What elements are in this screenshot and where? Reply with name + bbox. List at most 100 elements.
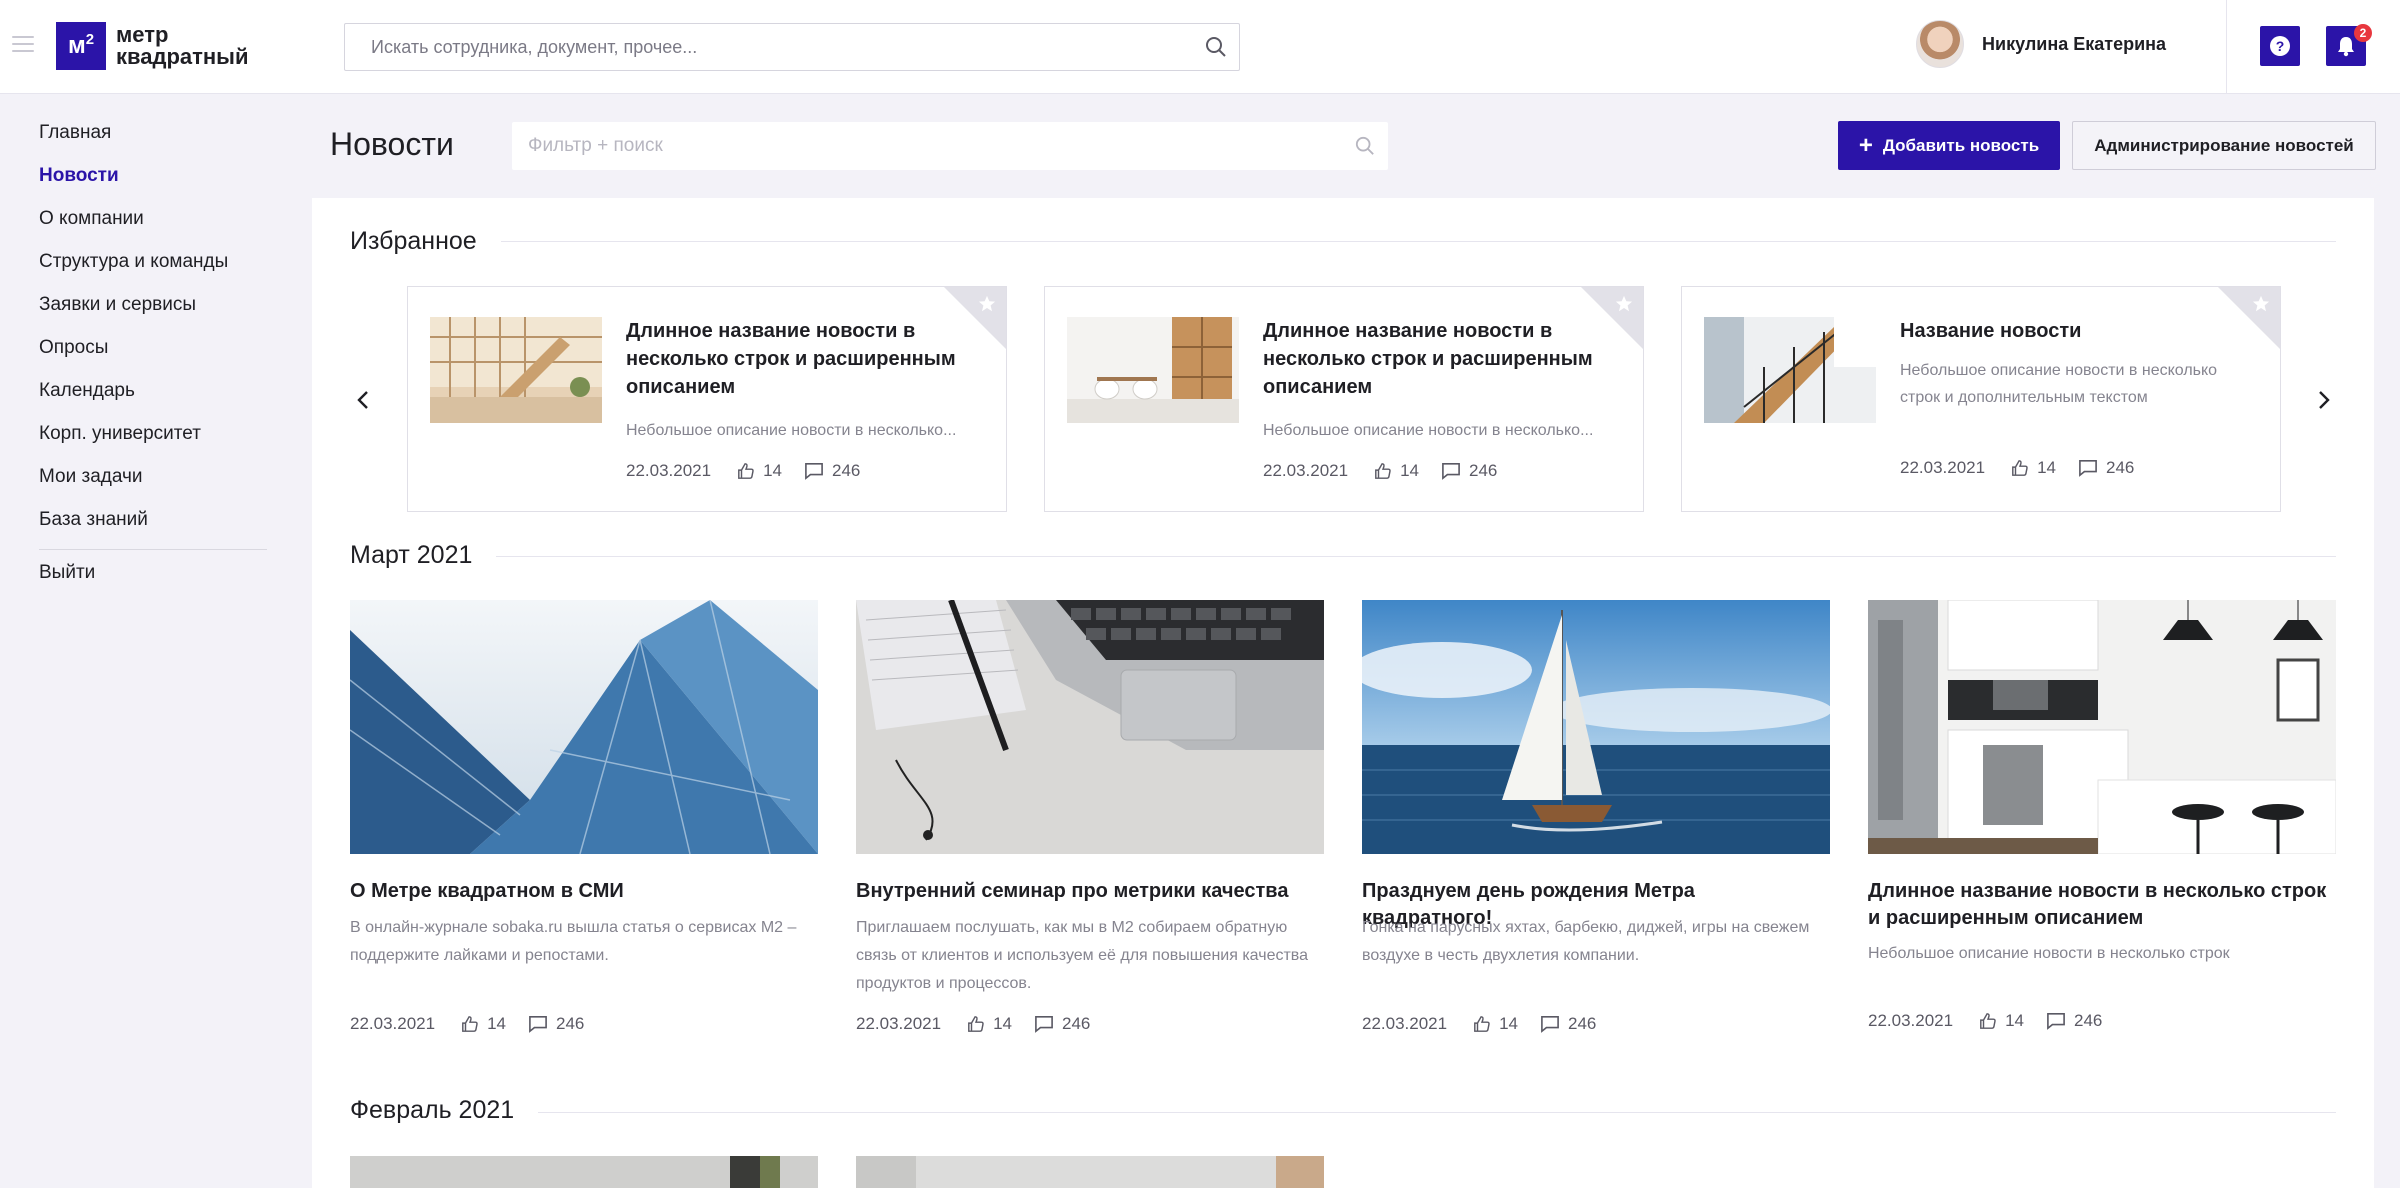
like-count: 14 bbox=[1499, 1014, 1519, 1033]
like-button[interactable]: 14 bbox=[1374, 461, 1419, 481]
sidebar-item-logout[interactable]: Выйти bbox=[39, 562, 95, 584]
comments-button[interactable]: 246 bbox=[804, 461, 860, 481]
comments-button[interactable]: 246 bbox=[1034, 1014, 1090, 1034]
thumbs-up-icon bbox=[1375, 463, 1391, 479]
news-image[interactable] bbox=[350, 1156, 818, 1188]
news-card[interactable]: Празднуем день рождения Метра квадратног… bbox=[1362, 600, 1830, 1033]
comments-button[interactable]: 246 bbox=[1540, 1014, 1596, 1034]
news-card-title[interactable]: О Метре квадратном в СМИ bbox=[350, 878, 818, 905]
sidebar-item-calendar[interactable]: Календарь bbox=[39, 380, 135, 402]
sidebar-item-news[interactable]: Новости bbox=[39, 165, 119, 187]
sidebar-item-home[interactable]: Главная bbox=[39, 122, 111, 144]
avatar[interactable] bbox=[1916, 20, 1964, 68]
featured-card[interactable]: Название новости Небольшое описание ново… bbox=[1681, 286, 2281, 512]
comment-icon bbox=[2079, 459, 2097, 477]
like-count: 14 bbox=[993, 1014, 1013, 1033]
news-card[interactable]: Внутренний семинар про метрики качества … bbox=[856, 600, 1324, 1033]
like-button[interactable]: 14 bbox=[1979, 1011, 2024, 1031]
logo-text: метр квадратный bbox=[116, 22, 249, 69]
news-date: 22.03.2021 bbox=[350, 1014, 436, 1033]
featured-card-title[interactable]: Длинное название новости в несколько стр… bbox=[626, 317, 976, 401]
news-card-desc: Гонка на парусных яхтах, барбекю, диджей… bbox=[1362, 919, 1810, 964]
like-button[interactable]: 14 bbox=[737, 461, 782, 481]
news-date: 22.03.2021 bbox=[1263, 461, 1349, 480]
carousel-next-button[interactable] bbox=[2308, 384, 2340, 416]
comment-count: 246 bbox=[1469, 461, 1498, 480]
user-name[interactable]: Никулина Екатерина bbox=[1982, 34, 2166, 55]
logo-mark: м2 bbox=[56, 22, 106, 70]
star-icon[interactable] bbox=[978, 295, 996, 313]
comments-button[interactable]: 246 bbox=[528, 1014, 584, 1034]
menu-icon[interactable] bbox=[12, 36, 34, 56]
add-news-button[interactable]: + Добавить новость bbox=[1838, 121, 2060, 170]
news-image[interactable] bbox=[430, 317, 602, 423]
like-count: 14 bbox=[763, 461, 783, 480]
section-divider bbox=[350, 1112, 2336, 1113]
search-icon[interactable] bbox=[1193, 24, 1239, 70]
global-search[interactable] bbox=[344, 23, 1240, 71]
logo[interactable]: м2 метр квадратный bbox=[56, 22, 249, 70]
sidebar-item-knowledge[interactable]: База знаний bbox=[39, 509, 148, 531]
comment-count: 246 bbox=[2106, 458, 2135, 477]
news-image[interactable] bbox=[856, 600, 1324, 854]
news-card-title[interactable]: Длинное название новости в несколько стр… bbox=[1868, 878, 2336, 932]
featured-card[interactable]: Длинное название новости в несколько стр… bbox=[407, 286, 1007, 512]
news-image[interactable] bbox=[856, 1156, 1324, 1188]
page-title: Новости bbox=[330, 126, 454, 162]
help-button[interactable]: ? bbox=[2260, 26, 2300, 66]
featured-card-desc: Небольшое описание новости в несколько с… bbox=[1900, 362, 2218, 406]
like-count: 14 bbox=[2005, 1011, 2025, 1030]
carousel-prev-button[interactable] bbox=[347, 384, 379, 416]
news-image[interactable] bbox=[1362, 600, 1830, 854]
news-meta: 22.03.2021 14 246 bbox=[1868, 1011, 2102, 1031]
news-image[interactable] bbox=[350, 600, 818, 854]
news-card-title[interactable]: Внутренний семинар про метрики качества bbox=[856, 878, 1324, 905]
sidebar-item-structure[interactable]: Структура и команды bbox=[39, 251, 228, 273]
global-search-input[interactable] bbox=[345, 24, 1193, 70]
chevron-right-icon bbox=[2319, 391, 2330, 409]
section-title-featured: Избранное bbox=[350, 227, 501, 256]
featured-card[interactable]: Длинное название новости в несколько стр… bbox=[1044, 286, 1644, 512]
star-icon[interactable] bbox=[1615, 295, 1633, 313]
thumbs-up-icon bbox=[1980, 1013, 1996, 1029]
comments-button[interactable]: 246 bbox=[1441, 461, 1497, 481]
comment-icon bbox=[1541, 1015, 1559, 1033]
comment-count: 246 bbox=[1062, 1014, 1091, 1033]
search-icon[interactable] bbox=[1342, 136, 1388, 156]
notifications-button[interactable]: 2 bbox=[2326, 24, 2372, 66]
featured-card-title[interactable]: Длинное название новости в несколько стр… bbox=[1263, 317, 1613, 401]
like-button[interactable]: 14 bbox=[1473, 1014, 1518, 1034]
comment-count: 246 bbox=[832, 461, 861, 480]
news-card[interactable]: Длинное название новости в несколько стр… bbox=[1868, 600, 2336, 1030]
filter-search-input[interactable] bbox=[512, 122, 1342, 170]
comment-icon bbox=[805, 462, 823, 480]
star-icon[interactable] bbox=[2252, 295, 2270, 313]
sidebar-item-tasks[interactable]: Мои задачи bbox=[39, 466, 143, 488]
like-button[interactable]: 14 bbox=[967, 1014, 1012, 1034]
like-button[interactable]: 14 bbox=[2011, 458, 2056, 478]
comment-icon bbox=[529, 1015, 547, 1033]
section-divider bbox=[350, 241, 2336, 242]
news-meta: 22.03.2021 14 246 bbox=[1362, 1014, 1596, 1034]
sidebar-item-university[interactable]: Корп. университет bbox=[39, 423, 201, 445]
thumbs-up-icon bbox=[1474, 1016, 1490, 1032]
sidebar-item-requests[interactable]: Заявки и сервисы bbox=[39, 294, 196, 316]
news-image[interactable] bbox=[1067, 317, 1239, 423]
comments-button[interactable]: 246 bbox=[2046, 1011, 2102, 1031]
news-card[interactable]: О Метре квадратном в СМИ В онлайн-журнал… bbox=[350, 600, 818, 1033]
featured-card-title[interactable]: Название новости bbox=[1900, 317, 2250, 345]
user-profile[interactable]: Никулина Екатерина bbox=[1916, 20, 2166, 68]
filter-search[interactable] bbox=[512, 122, 1388, 170]
comments-button[interactable]: 246 bbox=[2078, 458, 2134, 478]
sidebar-item-polls[interactable]: Опросы bbox=[39, 337, 108, 359]
news-image[interactable] bbox=[1704, 317, 1876, 423]
sidebar-item-about[interactable]: О компании bbox=[39, 208, 144, 230]
admin-news-button[interactable]: Администрирование новостей bbox=[2072, 121, 2376, 170]
section-divider bbox=[350, 556, 2336, 557]
news-image[interactable] bbox=[1868, 600, 2336, 854]
header-divider bbox=[2226, 0, 2227, 94]
news-date: 22.03.2021 bbox=[1362, 1014, 1448, 1033]
news-meta: 22.03.2021 14 246 bbox=[856, 1014, 1090, 1034]
like-button[interactable]: 14 bbox=[461, 1014, 506, 1034]
section-title-march: Март 2021 bbox=[350, 541, 497, 570]
